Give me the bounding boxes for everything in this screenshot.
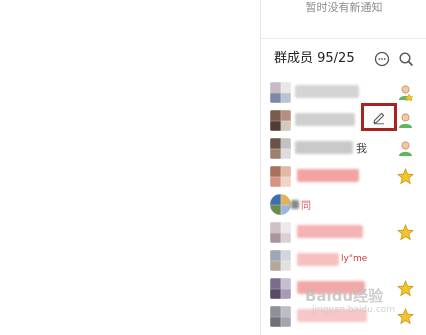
member-name-blurred xyxy=(295,141,353,154)
star-icon xyxy=(397,224,414,241)
member-row[interactable]: 我 xyxy=(261,134,426,162)
chat-bubble-icon[interactable] xyxy=(374,51,390,67)
avatar xyxy=(270,278,291,299)
pencil-icon xyxy=(373,112,385,125)
chat-area[interactable] xyxy=(0,0,260,335)
divider xyxy=(261,38,426,39)
member-name-blurred xyxy=(297,225,363,238)
members-title: 群成员 95/25 xyxy=(274,51,355,66)
star-icon xyxy=(397,280,414,297)
avatar xyxy=(270,82,291,103)
avatar xyxy=(270,250,291,271)
member-row[interactable] xyxy=(261,162,426,190)
admin-icon xyxy=(397,140,414,157)
member-name-blurred xyxy=(295,85,359,98)
member-row[interactable] xyxy=(261,106,426,134)
member-row[interactable] xyxy=(261,218,426,246)
admin-icon xyxy=(397,84,414,101)
member-row[interactable]: 同 xyxy=(261,190,426,218)
member-badge-blurred xyxy=(291,200,299,209)
avatar xyxy=(270,138,291,159)
member-name-blurred xyxy=(295,113,355,126)
member-name-blurred xyxy=(297,253,339,266)
star-icon xyxy=(397,308,414,325)
member-name-snippet: 同 xyxy=(301,201,311,212)
member-row[interactable]: ly"me xyxy=(261,246,426,274)
avatar xyxy=(270,194,291,215)
member-name-blurred xyxy=(297,169,359,182)
admin-icon xyxy=(397,112,414,129)
avatar xyxy=(270,166,291,187)
watermark-url: jingyan.baidu.com xyxy=(312,305,396,315)
edit-member-button[interactable] xyxy=(361,103,397,131)
avatar xyxy=(270,306,291,327)
notice-text: 暂时没有新通知 xyxy=(305,1,383,14)
search-icon[interactable] xyxy=(398,51,414,67)
avatar xyxy=(270,110,291,131)
member-row[interactable] xyxy=(261,78,426,106)
member-name-snippet: ly"me xyxy=(341,254,368,264)
member-name-snippet: 我 xyxy=(356,142,367,155)
watermark: Baidu经验 xyxy=(305,287,384,305)
star-icon xyxy=(397,168,414,185)
avatar xyxy=(270,222,291,243)
